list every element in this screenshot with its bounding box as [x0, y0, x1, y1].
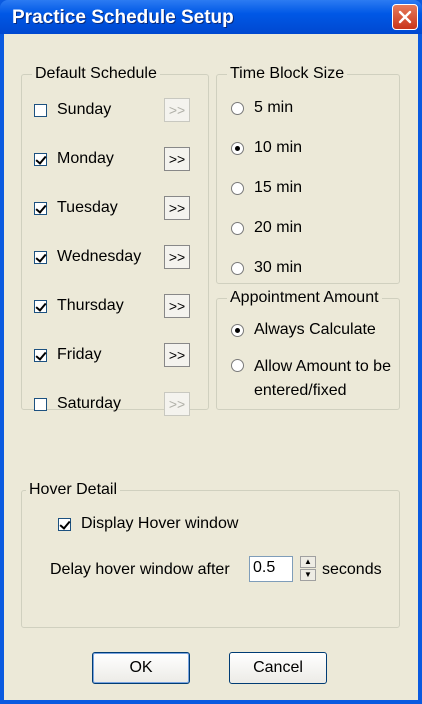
day-checkbox-box[interactable]: [34, 348, 47, 362]
time-block-label: 10 min: [254, 139, 303, 156]
appointment-amount-legend: Appointment Amount: [227, 289, 382, 307]
day-checkbox-thursday[interactable]: Thursday: [34, 295, 124, 317]
day-detail-button-friday[interactable]: >>: [164, 343, 190, 367]
spin-down-icon[interactable]: ▼: [300, 569, 316, 581]
display-hover-label: Display Hover window: [81, 515, 239, 532]
day-label: Thursday: [57, 297, 124, 314]
day-checkbox-box[interactable]: [34, 152, 47, 166]
day-checkbox-wednesday[interactable]: Wednesday: [34, 246, 141, 268]
day-checkbox-box[interactable]: [34, 397, 47, 411]
appointment-amount-group: Appointment Amount Always Calculate Allo…: [216, 289, 400, 410]
time-block-radio-5-min[interactable]: 5 min: [231, 97, 293, 119]
hover-detail-legend: Hover Detail: [26, 481, 121, 499]
day-label: Friday: [57, 346, 102, 363]
spin-up-icon[interactable]: ▲: [300, 556, 316, 568]
time-block-label: 30 min: [254, 259, 303, 276]
title-bar[interactable]: Practice Schedule Setup: [0, 0, 422, 34]
display-hover-checkbox[interactable]: Display Hover window: [58, 513, 238, 535]
day-detail-button-thursday[interactable]: >>: [164, 294, 190, 318]
delay-label: Delay hover window after: [50, 561, 230, 578]
day-label: Sunday: [57, 101, 112, 118]
always-calculate-radio-dot[interactable]: [231, 323, 244, 337]
time-block-radio-20-min[interactable]: 20 min: [231, 217, 302, 239]
time-block-radio-dot[interactable]: [231, 101, 244, 115]
day-checkbox-box[interactable]: [34, 201, 47, 215]
time-block-radio-dot[interactable]: [231, 261, 244, 275]
day-checkbox-monday[interactable]: Monday: [34, 148, 114, 170]
always-calculate-radio[interactable]: Always Calculate: [231, 319, 376, 341]
time-block-radio-30-min[interactable]: 30 min: [231, 257, 302, 279]
time-block-label: 5 min: [254, 99, 294, 116]
day-detail-button-wednesday[interactable]: >>: [164, 245, 190, 269]
day-detail-button-sunday[interactable]: >>: [164, 98, 190, 122]
close-button[interactable]: [392, 4, 418, 30]
time-block-label: 20 min: [254, 219, 303, 236]
time-block-legend: Time Block Size: [227, 65, 348, 83]
day-label: Tuesday: [57, 199, 118, 216]
default-schedule-legend: Default Schedule: [32, 65, 160, 83]
day-label: Wednesday: [57, 248, 142, 265]
display-hover-checkbox-box[interactable]: [58, 517, 71, 531]
dialog-window: Practice Schedule Setup Default Schedule…: [0, 0, 422, 704]
day-detail-button-saturday[interactable]: >>: [164, 392, 190, 416]
time-block-radio-10-min[interactable]: 10 min: [231, 137, 302, 159]
day-checkbox-saturday[interactable]: Saturday: [34, 393, 121, 415]
seconds-label: seconds: [322, 561, 382, 578]
allow-amount-radio-dot[interactable]: [231, 359, 244, 372]
day-label: Saturday: [57, 395, 122, 412]
default-schedule-group: Default Schedule Sunday >> Monday >> Tuesday…: [21, 65, 209, 416]
always-calculate-label: Always Calculate: [254, 321, 376, 338]
cancel-button[interactable]: Cancel: [229, 652, 327, 684]
hover-detail-group: Hover Detail Display Hover window Delay …: [21, 481, 400, 628]
time-block-label: 15 min: [254, 179, 303, 196]
allow-amount-label-line1: Allow Amount to be: [254, 358, 391, 375]
time-block-radio-dot[interactable]: [231, 181, 244, 195]
time-block-radio-15-min[interactable]: 15 min: [231, 177, 302, 199]
day-label: Monday: [57, 150, 114, 167]
day-checkbox-friday[interactable]: Friday: [34, 344, 101, 366]
day-detail-button-monday[interactable]: >>: [164, 147, 190, 171]
window-title: Practice Schedule Setup: [12, 7, 234, 28]
day-checkbox-sunday[interactable]: Sunday: [34, 99, 111, 121]
time-block-radio-dot[interactable]: [231, 221, 244, 235]
time-block-radio-dot[interactable]: [231, 141, 244, 155]
time-block-group: Time Block Size 5 min 10 min 15 min 20 min 3…: [216, 65, 400, 284]
day-checkbox-tuesday[interactable]: Tuesday: [34, 197, 118, 219]
close-icon: [398, 10, 412, 24]
ok-button[interactable]: OK: [92, 652, 190, 684]
delay-input[interactable]: 0.5: [249, 556, 293, 582]
allow-amount-label-line2: entered/fixed: [254, 382, 347, 399]
day-detail-button-tuesday[interactable]: >>: [164, 196, 190, 220]
day-checkbox-box[interactable]: [34, 103, 47, 117]
day-checkbox-box[interactable]: [34, 250, 47, 264]
dialog-client: Default Schedule Sunday >> Monday >> Tuesday…: [4, 34, 418, 700]
day-checkbox-box[interactable]: [34, 299, 47, 313]
